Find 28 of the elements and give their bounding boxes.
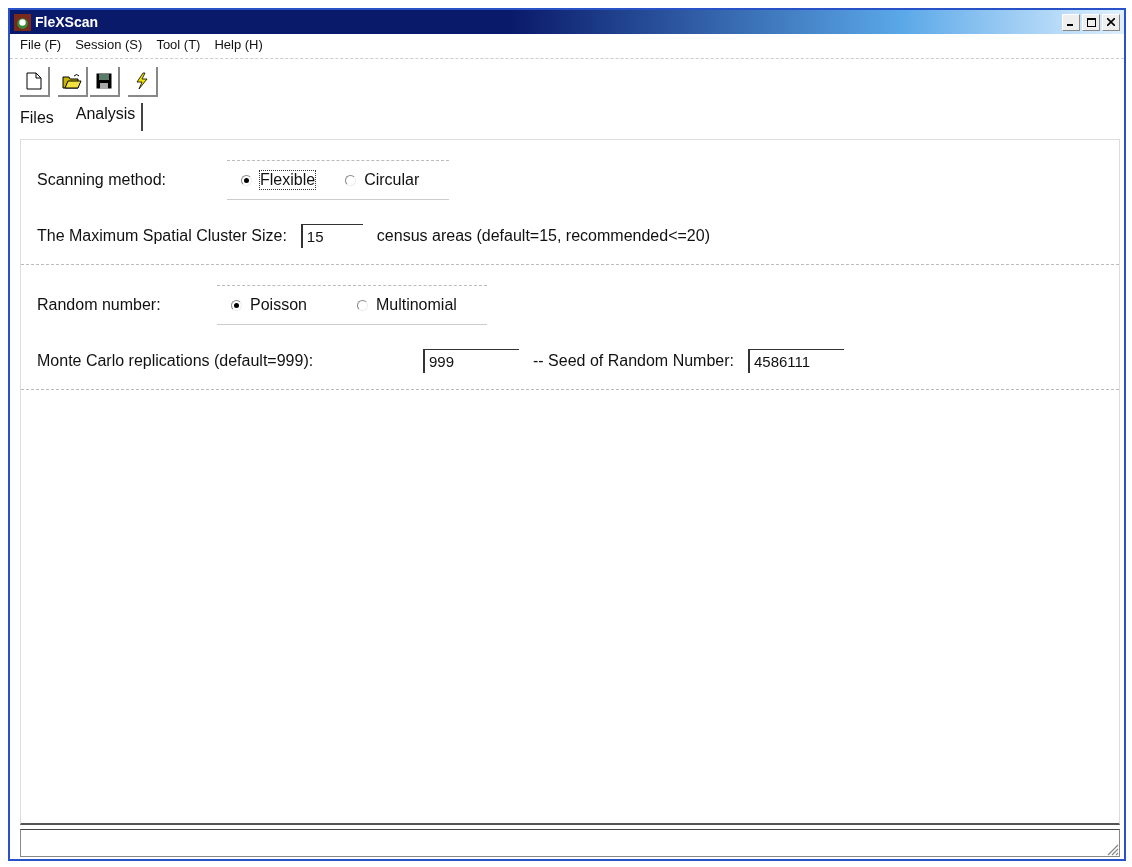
radio-option[interactable]: Circular: [345, 171, 420, 189]
close-icon: [1107, 18, 1115, 26]
close-button[interactable]: [1102, 13, 1120, 31]
seed-label: -- Seed of Random Number:: [533, 352, 734, 370]
cluster-size-field[interactable]: 15: [300, 224, 363, 248]
tab[interactable]: Analysis: [75, 103, 144, 131]
cluster-size-note: census areas (default=15, recommended<=20): [376, 227, 710, 245]
scanning-method-label: Scanning method:: [37, 171, 167, 189]
menu-item[interactable]: Help (H): [214, 37, 263, 52]
save-icon[interactable]: [90, 67, 120, 97]
window-title: FleXScan: [35, 14, 99, 30]
minimize-button[interactable]: [1062, 13, 1080, 31]
maximize-button[interactable]: [1082, 13, 1100, 31]
menu-item[interactable]: Session (S): [75, 37, 143, 52]
resize-grip-icon: [1105, 842, 1119, 856]
menu-item[interactable]: File (F): [20, 37, 62, 52]
radio-option[interactable]: Poisson: [231, 296, 307, 314]
radio-option[interactable]: Multinomial: [356, 296, 457, 314]
random-number-label: Random number:: [37, 296, 162, 314]
seed-field[interactable]: 4586111: [748, 349, 844, 373]
maximize-icon: [1086, 17, 1096, 27]
menu-item[interactable]: Tool (T): [156, 37, 201, 52]
replications-field[interactable]: 999: [423, 349, 519, 373]
replications-label: Monte Carlo replications (default=999):: [37, 352, 315, 370]
app-icon: [14, 13, 31, 31]
cluster-size-label: The Maximum Spatial Cluster Size:: [37, 227, 287, 245]
radio-option[interactable]: Flexible: [241, 171, 316, 189]
tab[interactable]: Files: [20, 107, 60, 131]
